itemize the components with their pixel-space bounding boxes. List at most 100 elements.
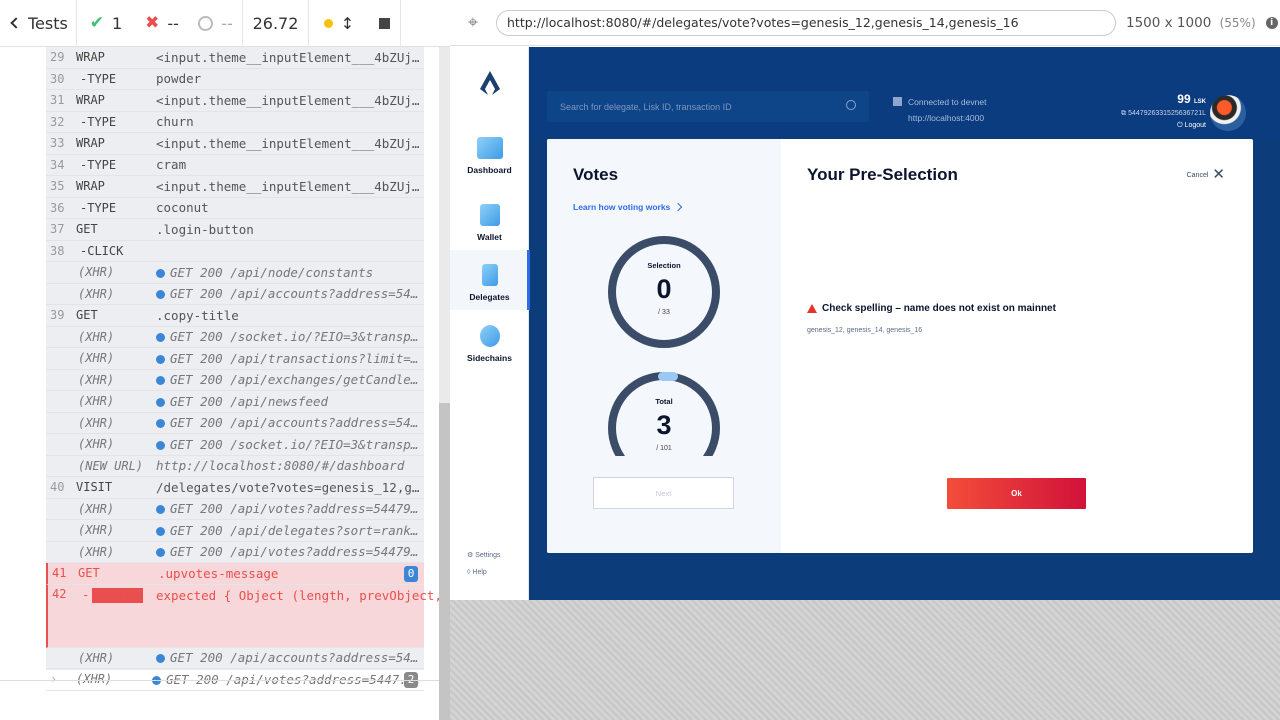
xhr-log-row[interactable]: (XHR) GET 200 /api/accounts?address=544..… (46, 413, 424, 434)
viewport-size: 1500 x 1000 (1126, 14, 1212, 31)
pending-count: -- (221, 13, 233, 33)
xhr-log-row[interactable]: (XHR) GET 200 /api/exchanges/getCandles..… (46, 370, 424, 391)
close-icon: ✕ (1212, 166, 1225, 183)
sidebar-item-sidechains[interactable]: Sidechains (450, 321, 529, 381)
failed-count: -- (167, 13, 179, 33)
sidebar-item-delegates[interactable]: Delegates (450, 250, 530, 310)
command-row[interactable]: 35 WRAP <input.theme__inputElement___4bZUj… (46, 176, 424, 198)
command-row[interactable]: 40 VISIT/delegates/vote?votes=genesis_12,… (46, 477, 424, 499)
help-link[interactable]: ◊ Help (467, 569, 487, 576)
learn-link-label: Learn how voting works (573, 202, 671, 212)
command-row[interactable]: 38 -CLICK (46, 241, 424, 262)
command-number: 32 (50, 114, 65, 129)
lisk-top-bar: Search for delegate, Lisk ID, transactio… (529, 47, 1280, 139)
command-name: WRAP (76, 179, 105, 194)
divider (0, 680, 440, 681)
running-indicator-icon (323, 18, 333, 28)
command-name: (XHR) (78, 372, 115, 387)
command-row[interactable]: 31 WRAP <input.theme__inputElement___4bZUj… (46, 90, 424, 112)
chevron-right-icon (674, 202, 683, 212)
command-message: GET 200 /api/accounts?address=544... (156, 415, 424, 430)
assert-row[interactable]: 42- ASSERT expected { Object (length, prev… (46, 584, 856, 648)
command-message: GET 200 /api/votes?address=544792... (156, 544, 424, 559)
xhr-log-row[interactable]: (XHR) GET 200 /socket.io/?EIO=3&transpo..… (46, 434, 424, 456)
logout-button[interactable]: ⏻ Logout (1121, 120, 1206, 132)
ring-progress-knob (658, 372, 678, 381)
command-number: 42 (52, 586, 67, 601)
command-name: (XHR) (78, 329, 115, 344)
pending-circle-icon (198, 15, 214, 31)
xhr-log-row[interactable]: (XHR) GET 200 /api/newsfeed (46, 391, 424, 413)
command-row[interactable]: (NEW URL) http://localhost:8080/#/dashboa… (46, 456, 424, 477)
xhr-status-icon (156, 354, 165, 364)
command-message-text: .copy-title (156, 307, 239, 323)
command-row[interactable]: 39 GET .copy-title (46, 305, 424, 327)
failed-command-row[interactable]: 41 GET .upvotes-message 0 (46, 563, 424, 585)
command-message-text: GET 200 /api/delegates?sort=rank:... (170, 522, 424, 538)
command-message-text: GET 200 /api/accounts?address=544... (170, 415, 424, 431)
settings-link[interactable]: ⚙ Settings (467, 551, 501, 559)
stop-button[interactable] (369, 0, 401, 47)
dashboard-icon (476, 137, 503, 159)
info-icon[interactable]: i (1265, 16, 1278, 29)
command-name: (XHR) (78, 544, 115, 559)
command-name: GET (76, 222, 98, 237)
power-icon: ⏻ (1177, 122, 1185, 129)
warning-text: Check spelling – name does not exist on … (822, 303, 1056, 314)
vote-modal: Votes Learn how voting works Selection 0… (547, 139, 1253, 553)
command-message: .upvotes-message (158, 565, 279, 581)
command-number: 38 (50, 243, 65, 258)
xhr-log-row[interactable]: (XHR) GET 200 /api/votes?address=544792..… (46, 499, 424, 520)
auto-scroll-icon[interactable]: ↕ (341, 14, 354, 33)
network-url: http://localhost:4000 (908, 113, 985, 123)
command-message: GET 200 /socket.io/?EIO=3&transpo... (156, 329, 424, 344)
address-text: 5447926331525636721L (1128, 110, 1206, 117)
cancel-button[interactable]: Cancel ✕ (1187, 166, 1225, 183)
xhr-log-row[interactable]: (XHR) GET 200 /api/transactions?limit=25&… (46, 348, 424, 370)
xhr-log-row[interactable]: (XHR) GET 200 /socket.io/?EIO=3&transpo..… (46, 327, 424, 348)
command-row[interactable]: 37 GET .login-button (46, 219, 424, 241)
command-message-text: GET 200 /api/votes?address=544792... (170, 501, 424, 517)
xhr-log-row[interactable]: (XHR) GET 200 /api/accounts?address=544..… (46, 648, 424, 669)
search-input[interactable]: Search for delegate, Lisk ID, transactio… (547, 91, 869, 122)
sidebar-item-dashboard[interactable]: Dashboard (450, 133, 529, 193)
command-row[interactable]: 32 -TYPE churn (46, 112, 424, 133)
assert-badge: ASSERT (92, 587, 144, 603)
selection-label: Selection (647, 261, 681, 270)
tests-button[interactable]: Tests (0, 0, 77, 47)
learn-voting-link[interactable]: Learn how voting works (573, 202, 683, 212)
command-message-text: GET 200 /api/votes?address=544792... (170, 544, 424, 560)
selector-playground-icon[interactable]: ⌖ (450, 0, 496, 46)
assert-message: expected { Object (length, prevObject, .… (156, 587, 856, 603)
tests-label: Tests (28, 13, 68, 33)
xhr-status-icon (156, 548, 165, 558)
command-message-text: GET 200 /socket.io/?EIO=3&transpo... (170, 329, 424, 345)
next-button[interactable]: Next (593, 477, 734, 509)
command-row[interactable]: 29 WRAP <input.theme__inputElement___4bZUj… (46, 47, 424, 69)
xhr-log-row[interactable]: (XHR) GET 200 /api/accounts?address=544..… (46, 284, 424, 305)
avatar[interactable] (1210, 95, 1246, 131)
command-message: <input.theme__inputElement___4bZUj... (156, 179, 424, 194)
xhr-log-row[interactable]: (XHR) GET 200 /api/node/constants (46, 262, 424, 284)
xhr-log-row[interactable]: (XHR) GET 200 /api/votes?address=544792..… (46, 542, 424, 563)
command-row[interactable]: 33 WRAP <input.theme__inputElement___4bZUj… (46, 133, 424, 155)
ok-button[interactable]: Ok (947, 478, 1086, 509)
scrollbar-thumb[interactable] (439, 403, 450, 720)
network-info: Connected to devnet http://localhost:400… (893, 94, 986, 126)
lisk-logo-icon[interactable] (478, 69, 502, 97)
command-message: churn (156, 114, 424, 129)
command-message: GET 200 /api/newsfeed (156, 394, 424, 409)
xhr-status-icon (156, 376, 165, 386)
command-log: 29 WRAP <input.theme__inputElement___4bZUj… (46, 47, 856, 691)
command-row[interactable]: 34 -TYPE cram (46, 155, 424, 176)
sidebar-item-label: Delegates (469, 292, 510, 302)
url-bar[interactable]: http://localhost:8080/#/delegates/vote?v… (496, 9, 1116, 36)
search-placeholder: Search for delegate, Lisk ID, transactio… (560, 101, 732, 112)
xhr-log-row[interactable]: (XHR) GET 200 /api/delegates?sort=rank:..… (46, 520, 424, 542)
command-name: (XHR) (78, 523, 115, 538)
account-address[interactable]: ⧉ 5447926331525636721L (1121, 108, 1206, 120)
sidebar-item-label: Wallet (477, 232, 502, 242)
command-row[interactable]: 30 -TYPE powder (46, 69, 424, 90)
command-row[interactable]: 36 -TYPE coconut (46, 198, 424, 219)
command-message-text: coconut (156, 200, 209, 216)
